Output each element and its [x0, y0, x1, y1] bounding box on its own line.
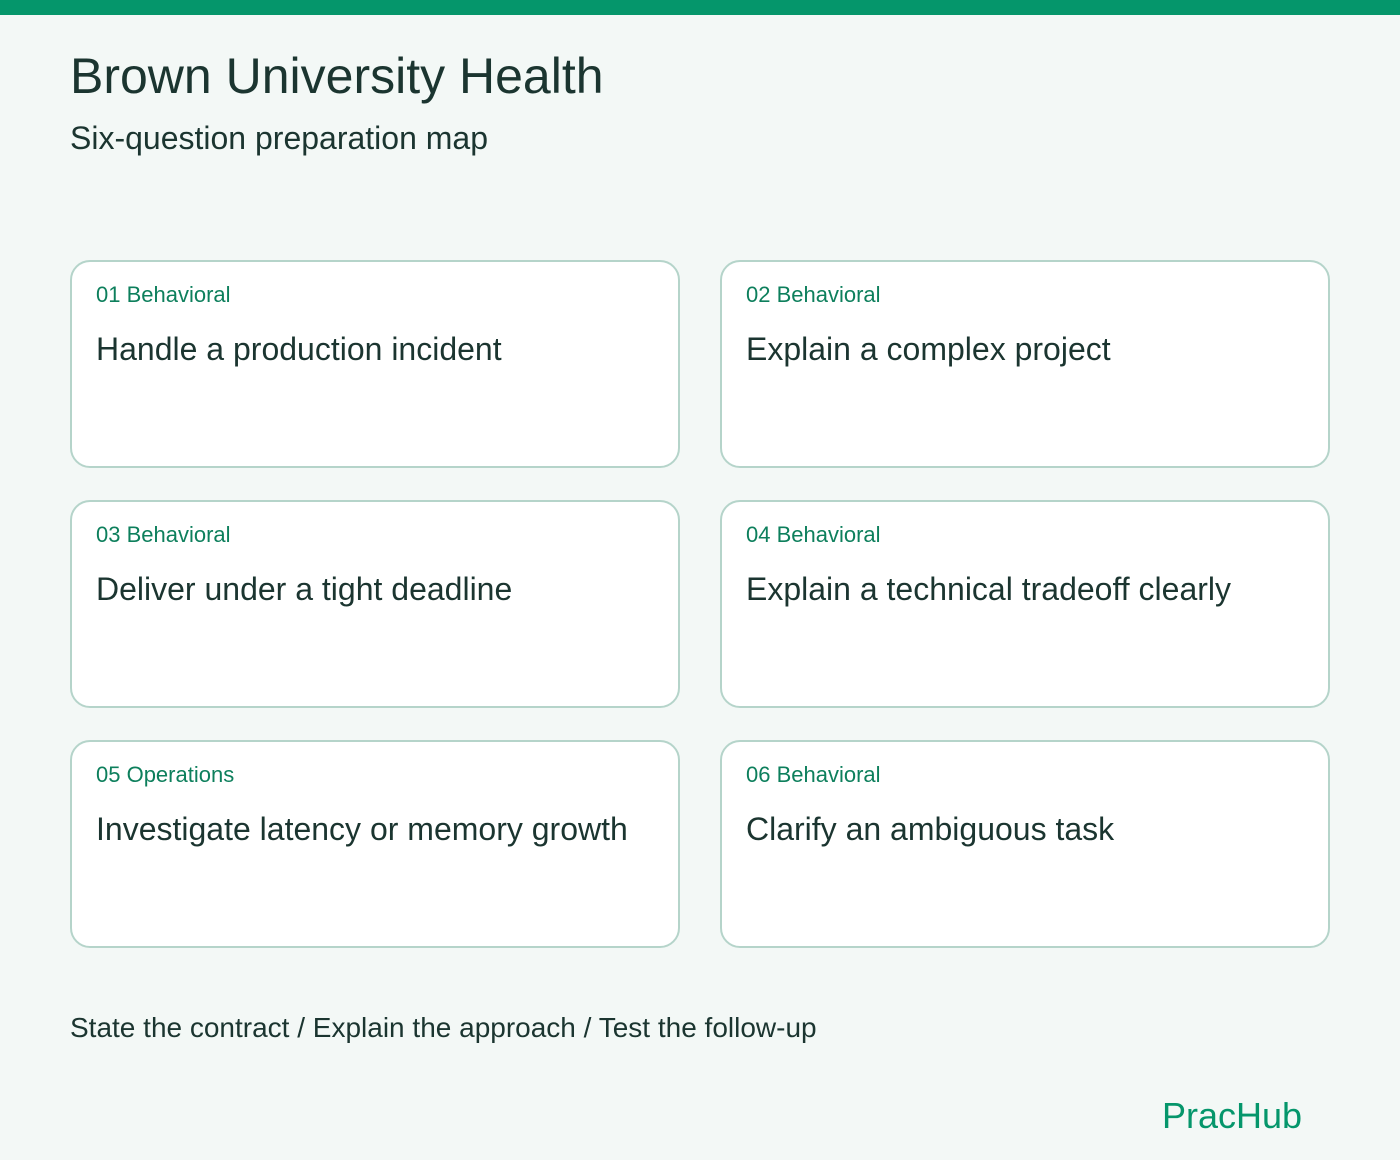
page-subtitle: Six-question preparation map	[70, 120, 489, 156]
card-question-title: Explain a technical tradeoff clearly	[746, 571, 1232, 607]
card-category-tag: 02 Behavioral	[746, 282, 881, 307]
question-card-01[interactable]: 01 Behavioral Handle a production incide…	[70, 260, 680, 468]
question-card-04[interactable]: 04 Behavioral Explain a technical tradeo…	[720, 500, 1330, 708]
top-accent-bar	[0, 0, 1400, 15]
card-question-title: Clarify an ambiguous task	[746, 811, 1115, 847]
card-category-tag: 03 Behavioral	[96, 522, 231, 547]
brand-logo-text: PracHub	[1161, 1095, 1302, 1136]
card-category-tag: 01 Behavioral	[96, 282, 231, 307]
preparation-steps-text: State the contract / Explain the approac…	[70, 1012, 817, 1043]
question-card-05[interactable]: 05 Operations Investigate latency or mem…	[70, 740, 680, 948]
question-card-06[interactable]: 06 Behavioral Clarify an ambiguous task	[720, 740, 1330, 948]
card-question-title: Handle a production incident	[96, 331, 502, 367]
card-question-title: Investigate latency or memory growth	[96, 811, 628, 847]
question-card-grid: 01 Behavioral Handle a production incide…	[70, 260, 1330, 948]
page-title: Brown University Health	[70, 48, 604, 104]
card-question-title: Deliver under a tight deadline	[96, 571, 513, 607]
card-category-tag: 05 Operations	[96, 762, 235, 787]
card-category-tag: 06 Behavioral	[746, 762, 881, 787]
question-card-02[interactable]: 02 Behavioral Explain a complex project	[720, 260, 1330, 468]
card-category-tag: 04 Behavioral	[746, 522, 881, 547]
card-question-title: Explain a complex project	[746, 331, 1111, 367]
question-card-03[interactable]: 03 Behavioral Deliver under a tight dead…	[70, 500, 680, 708]
